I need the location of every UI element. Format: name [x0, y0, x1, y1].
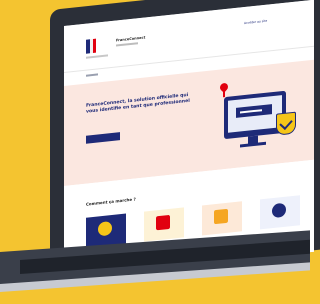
hero-title: FranceConnect, la solution officielle qu… — [86, 92, 190, 115]
feature-card[interactable] — [260, 195, 300, 230]
hero-cta-button[interactable] — [86, 132, 120, 144]
check-icon — [279, 116, 293, 130]
section-title: Comment ça marche ? — [86, 196, 136, 207]
hero-illustration — [214, 74, 314, 169]
logo-caption — [86, 54, 108, 59]
header-link[interactable]: Accéder au site — [244, 19, 267, 25]
feature-card[interactable] — [202, 201, 242, 236]
feature-illustration-icon — [98, 220, 112, 237]
shield-check-icon — [276, 111, 296, 136]
site-name: FranceConnect — [116, 35, 146, 43]
feature-illustration-icon — [272, 202, 286, 219]
photo-scene: FranceConnect Accéder au site FranceConn… — [0, 0, 320, 304]
feature-illustration-icon — [156, 214, 170, 231]
marianne-logo-icon[interactable] — [86, 38, 96, 54]
nav-item[interactable] — [86, 73, 98, 77]
site-tagline — [116, 42, 138, 47]
monitor-base — [240, 141, 266, 148]
feature-card[interactable] — [144, 207, 184, 242]
feature-illustration-icon — [214, 208, 228, 225]
